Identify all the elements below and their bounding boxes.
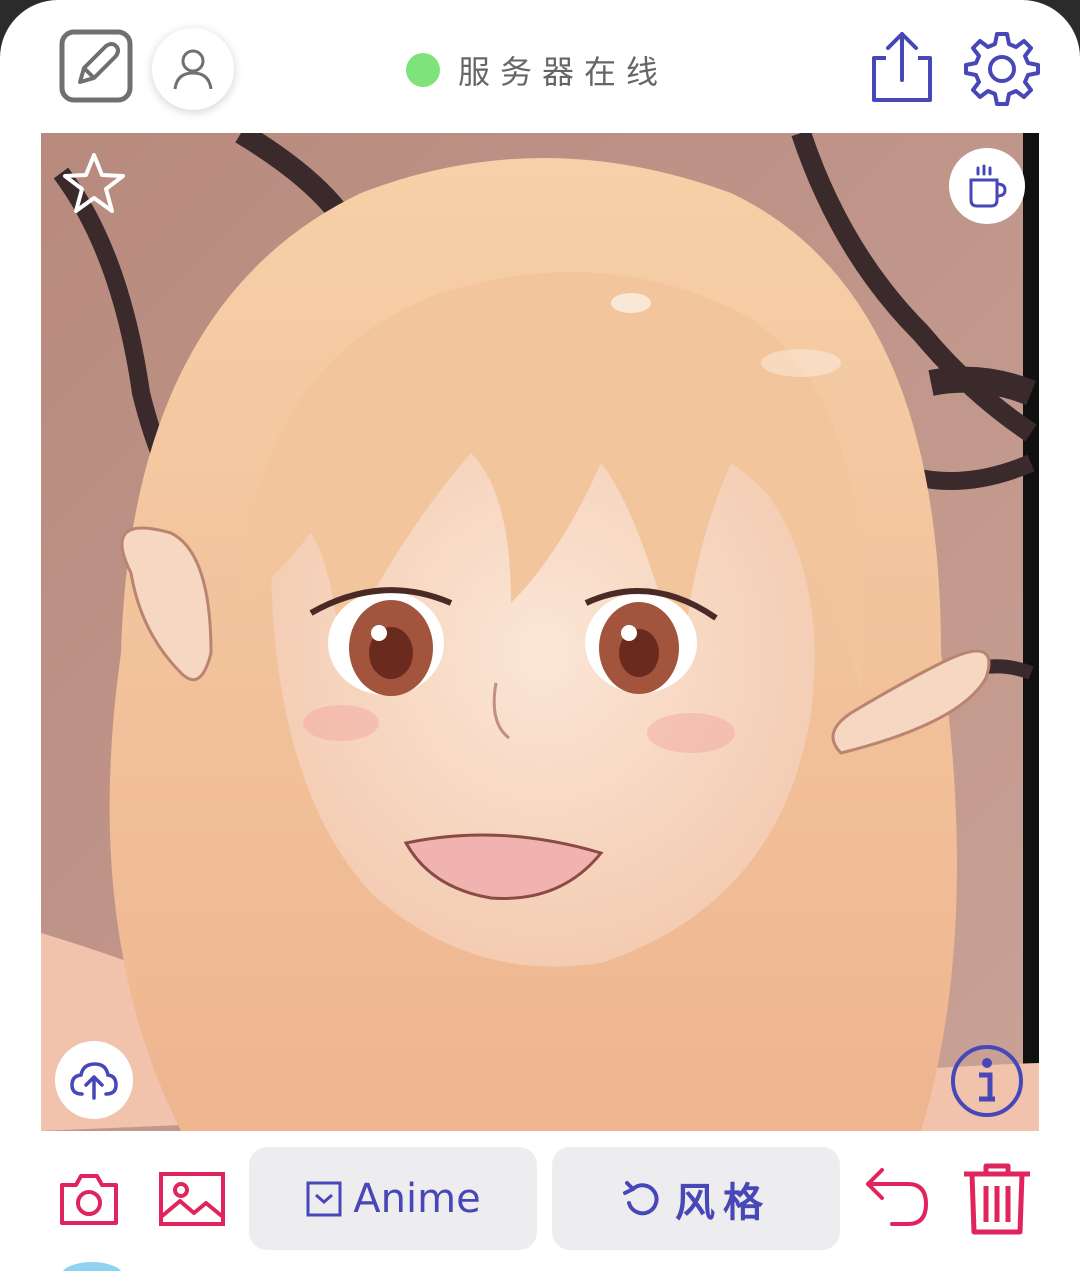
bottom-fab-peek[interactable]: [60, 1262, 124, 1271]
status-indicator: [406, 53, 440, 87]
info-icon: [951, 1045, 1023, 1117]
style-button[interactable]: 风格: [552, 1147, 840, 1250]
result-image[interactable]: [41, 133, 1039, 1131]
edit-icon: [59, 29, 133, 103]
camera-button[interactable]: [58, 1170, 120, 1228]
user-icon: [173, 49, 213, 90]
camera-icon: [60, 1174, 118, 1225]
gear-icon: [964, 32, 1040, 106]
trash-icon: [964, 1163, 1030, 1235]
model-selector[interactable]: Anime: [249, 1147, 537, 1250]
anime-portrait-image: [41, 133, 1039, 1131]
user-button[interactable]: [152, 28, 234, 110]
style-label: 风格: [675, 1179, 771, 1226]
undo-button[interactable]: [862, 1164, 932, 1230]
edit-button[interactable]: [58, 28, 134, 104]
settings-button[interactable]: [962, 28, 1042, 108]
cloud-upload-button[interactable]: [55, 1041, 133, 1119]
info-button[interactable]: [949, 1043, 1025, 1123]
undo-icon: [866, 1168, 929, 1226]
status-text: 服务器在线: [458, 53, 669, 91]
coffee-icon: [969, 164, 1007, 208]
gallery-button[interactable]: [158, 1170, 226, 1228]
server-status: 服务器在线: [406, 46, 668, 94]
model-label: Anime: [353, 1175, 481, 1222]
dropdown-box-icon: [306, 1181, 342, 1216]
share-icon: [872, 32, 932, 102]
share-button[interactable]: [866, 28, 938, 106]
refresh-icon: [623, 1180, 659, 1215]
app-screen: 服务器在线 Anime 风格: [0, 0, 1080, 1271]
cloud-upload-icon: [70, 1062, 118, 1100]
star-icon: [63, 153, 125, 213]
donate-button[interactable]: [949, 148, 1025, 224]
delete-button[interactable]: [960, 1160, 1034, 1236]
favorite-button[interactable]: [61, 151, 127, 219]
gallery-icon: [159, 1172, 225, 1226]
